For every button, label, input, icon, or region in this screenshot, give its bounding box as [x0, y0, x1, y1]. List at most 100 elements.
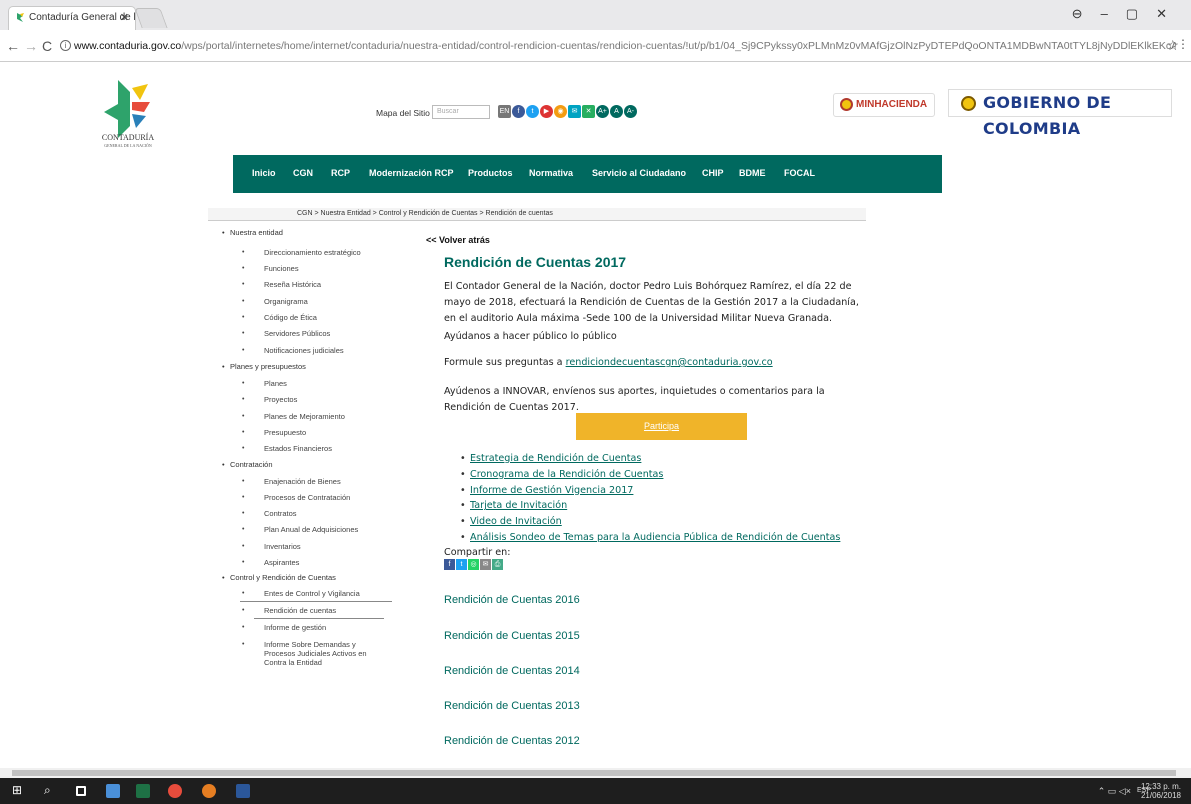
nav-item-servicio[interactable]: Servicio al Ciudadano: [592, 168, 686, 178]
restore-icon[interactable]: ▢: [1126, 6, 1156, 21]
sidebar-item[interactable]: Informe Sobre Demandas y Procesos Judici…: [242, 640, 389, 667]
clock-time: 12:33 p. m.: [1140, 782, 1181, 791]
nav-item-rcp[interactable]: RCP: [331, 168, 350, 178]
sidebar-item[interactable]: Notificaciones judiciales: [242, 346, 389, 355]
list-item-link[interactable]: Video de Invitación: [460, 514, 840, 530]
logo-text: CONTADURÍA: [101, 133, 155, 142]
word-icon[interactable]: [236, 784, 250, 798]
nav-item-chip[interactable]: CHIP: [702, 168, 724, 178]
minimize-icon[interactable]: –: [1101, 6, 1126, 21]
sidebar-item[interactable]: Organigrama: [242, 297, 389, 306]
list-item-link[interactable]: Informe de Gestión Vigencia 2017: [460, 483, 840, 499]
sidebar-item[interactable]: Reseña Histórica: [242, 280, 389, 289]
font-normal-icon[interactable]: A: [610, 105, 623, 118]
nav-item-cgn[interactable]: CGN: [293, 168, 313, 178]
new-tab-button[interactable]: [134, 8, 168, 28]
email-link[interactable]: rendiciondecuentascgn@contaduria.gov.co: [566, 357, 773, 368]
print-share-icon[interactable]: ⎙: [492, 559, 503, 570]
sidebar-item[interactable]: Planes de Mejoramiento: [242, 412, 389, 421]
list-item-link[interactable]: Cronograma de la Rendición de Cuentas: [460, 467, 840, 483]
sidebar-item[interactable]: Enajenación de Bienes: [242, 477, 389, 486]
past-report-link[interactable]: Rendición de Cuentas 2016: [444, 594, 580, 606]
profile-icon[interactable]: ⊖: [1072, 6, 1101, 21]
minhacienda-link[interactable]: MINHACIENDA: [833, 93, 935, 117]
search-icon[interactable]: ⌕: [44, 783, 58, 797]
sidebar-item[interactable]: Planes: [242, 379, 389, 388]
file-explorer-icon[interactable]: [106, 784, 120, 798]
chrome-icon[interactable]: [168, 784, 182, 798]
twitter-icon[interactable]: t: [526, 105, 539, 118]
sidebar-item-active[interactable]: Rendición de cuentas: [242, 606, 389, 615]
youtube-icon[interactable]: ▶: [540, 105, 553, 118]
sidebar-section-title[interactable]: Control y Rendición de Cuentas: [222, 573, 336, 582]
breadcrumb[interactable]: CGN > Nuestra Entidad > Control y Rendic…: [208, 208, 866, 221]
search-input[interactable]: Buscar: [432, 105, 490, 119]
rss-icon[interactable]: ◉: [554, 105, 567, 118]
nav-item-inicio[interactable]: Inicio: [252, 168, 276, 178]
excel-icon[interactable]: [136, 784, 150, 798]
sidebar-item[interactable]: Código de Ética: [242, 313, 389, 322]
nav-item-focal[interactable]: FOCAL: [784, 168, 815, 178]
task-view-icon[interactable]: [76, 786, 86, 796]
past-report-link[interactable]: Rendición de Cuentas 2015: [444, 630, 580, 642]
twitter-share-icon[interactable]: t: [456, 559, 467, 570]
close-window-icon[interactable]: ✕: [1156, 6, 1185, 21]
sidebar-item[interactable]: Entes de Control y Vigilancia: [242, 589, 389, 598]
windows-start-icon[interactable]: ⊞: [12, 783, 26, 797]
sidebar-item[interactable]: Procesos de Contratación: [242, 493, 389, 502]
nav-item-modernizacion[interactable]: Modernización RCP: [369, 168, 454, 178]
nav-item-productos[interactable]: Productos: [468, 168, 513, 178]
scrollbar-thumb[interactable]: [12, 770, 1176, 776]
sidebar-item[interactable]: Presupuesto: [242, 428, 389, 437]
tab-close-icon[interactable]: ✕: [120, 7, 129, 29]
innovate-text: Ayúdenos a INNOVAR, envíenos sus aportes…: [444, 386, 825, 413]
url-input[interactable]: i www.contaduria.gov.co/wps/portal/inter…: [58, 34, 1176, 58]
facebook-share-icon[interactable]: f: [444, 559, 455, 570]
sidebar-section-title[interactable]: Nuestra entidad: [222, 228, 283, 237]
horizontal-scrollbar[interactable]: [0, 768, 1191, 778]
past-report-link[interactable]: Rendición de Cuentas 2012: [444, 735, 580, 747]
info-icon[interactable]: i: [60, 40, 71, 51]
sidebar-item[interactable]: Proyectos: [242, 395, 389, 404]
mail-icon[interactable]: ✉: [568, 105, 581, 118]
sitemap-icon[interactable]: ✕: [582, 105, 595, 118]
list-item-link[interactable]: Estrategia de Rendición de Cuentas: [460, 451, 840, 467]
font-increase-icon[interactable]: A+: [596, 105, 609, 118]
sidebar-item[interactable]: Contratos: [242, 509, 389, 518]
sidebar-item[interactable]: Servidores Públicos: [242, 329, 389, 338]
intro-text: El Contador General de la Nación, doctor…: [444, 281, 859, 324]
font-decrease-icon[interactable]: A-: [624, 105, 637, 118]
back-link[interactable]: << Volver atrás: [426, 235, 490, 245]
reload-icon[interactable]: C: [42, 38, 52, 54]
sidebar-item[interactable]: Informe de gestión: [242, 623, 389, 632]
participa-button[interactable]: Participa: [576, 413, 747, 440]
menu-dots-icon[interactable]: ⋮: [1177, 37, 1189, 51]
sidebar-item[interactable]: Inventarios: [242, 542, 389, 551]
sitemap-link[interactable]: Mapa del Sitio: [376, 108, 430, 118]
list-item-link[interactable]: Análisis Sondeo de Temas para la Audienc…: [460, 530, 840, 546]
system-tray-icons[interactable]: ⌃ ▭ ◁×: [1098, 786, 1131, 797]
nav-item-normativa[interactable]: Normativa: [529, 168, 573, 178]
email-share-icon[interactable]: ✉: [480, 559, 491, 570]
past-report-link[interactable]: Rendición de Cuentas 2013: [444, 700, 580, 712]
sidebar-section-title[interactable]: Planes y presupuestos: [222, 362, 306, 371]
whatsapp-share-icon[interactable]: ◎: [468, 559, 479, 570]
facebook-icon[interactable]: f: [512, 105, 525, 118]
past-report-link[interactable]: Rendición de Cuentas 2014: [444, 665, 580, 677]
window-controls[interactable]: ⊖–▢✕: [1072, 6, 1185, 22]
sidebar-item[interactable]: Direccionamiento estratégico: [242, 248, 389, 257]
sidebar-item[interactable]: Estados Financieros: [242, 444, 389, 453]
forward-arrow-icon[interactable]: →: [24, 38, 38, 54]
sidebar-item[interactable]: Aspirantes: [242, 558, 389, 567]
sidebar-item[interactable]: Plan Anual de Adquisiciones: [242, 525, 389, 534]
list-item-link[interactable]: Tarjeta de Invitación: [460, 498, 840, 514]
gobierno-link[interactable]: GOBIERNO DE COLOMBIA: [948, 89, 1172, 138]
sidebar-item[interactable]: Funciones: [242, 264, 389, 273]
sidebar-section-title[interactable]: Contratación: [222, 460, 272, 469]
english-icon[interactable]: EN: [498, 105, 511, 118]
clock[interactable]: 12:33 p. m. 21/06/2018: [1141, 782, 1181, 800]
back-arrow-icon[interactable]: ←: [6, 38, 20, 54]
nav-item-bdme[interactable]: BDME: [739, 168, 766, 178]
firefox-icon[interactable]: [202, 784, 216, 798]
browser-tab[interactable]: Contaduría General de la ✕: [8, 6, 136, 30]
